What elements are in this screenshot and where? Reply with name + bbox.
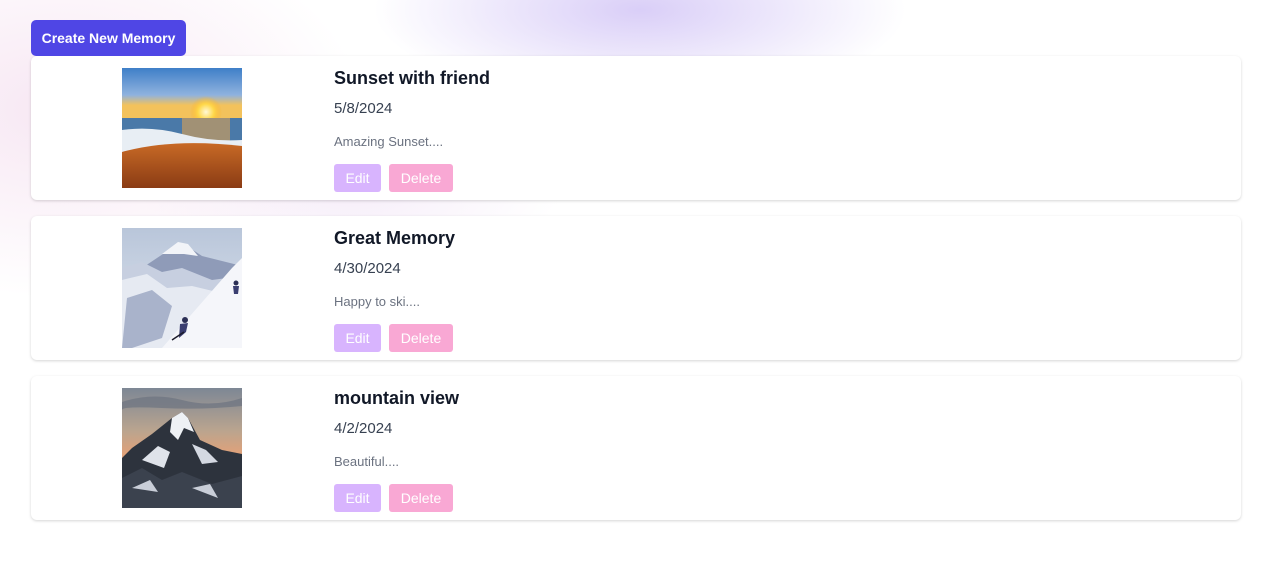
memory-date: 4/2/2024 <box>334 420 393 437</box>
memory-title: Great Memory <box>334 228 456 248</box>
delete-button[interactable]: Delete <box>389 324 453 352</box>
memory-card: Sunset with friend 5/8/2024 Amazing Suns… <box>31 56 1241 200</box>
memory-date: 5/8/2024 <box>334 100 393 117</box>
memory-description: Happy to ski.... <box>334 294 420 309</box>
edit-button[interactable]: Edit <box>334 164 381 192</box>
mountain-peak-image <box>122 388 242 508</box>
edit-button[interactable]: Edit <box>334 324 381 352</box>
memory-title: mountain view <box>334 388 460 408</box>
memory-title: Sunset with friend <box>334 68 491 88</box>
delete-button[interactable]: Delete <box>389 484 453 512</box>
memory-date: 4/30/2024 <box>334 260 401 277</box>
delete-button[interactable]: Delete <box>389 164 453 192</box>
memory-list: Sunset with friend 5/8/2024 Amazing Suns… <box>31 56 1241 536</box>
memory-card: mountain view 4/2/2024 Beautiful.... Edi… <box>31 376 1241 520</box>
memory-description: Beautiful.... <box>334 454 400 469</box>
create-new-memory-button[interactable]: Create New Memory <box>31 20 186 56</box>
sunset-beach-image <box>122 68 242 188</box>
memory-description: Amazing Sunset.... <box>334 134 444 149</box>
edit-button[interactable]: Edit <box>334 484 381 512</box>
memory-card: Great Memory 4/30/2024 Happy to ski.... … <box>31 216 1241 360</box>
ski-mountain-image <box>122 228 242 348</box>
